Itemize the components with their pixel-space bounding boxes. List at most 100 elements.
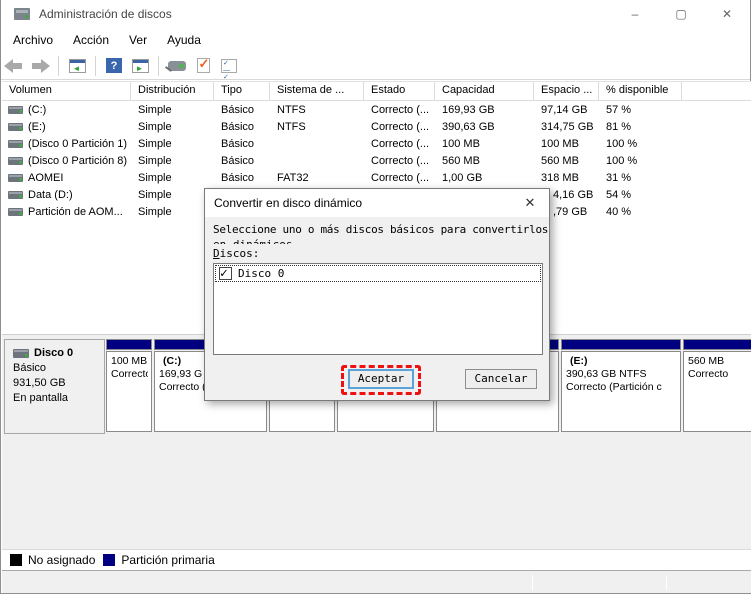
window-title: Administración de discos xyxy=(39,7,172,21)
volume-name: (C:) xyxy=(28,103,47,116)
partition-box: (E:) 390,63 GB NTFS Correcto (Partición c xyxy=(561,351,681,432)
toolbar-separator xyxy=(58,55,59,76)
cell-volumen: (Disco 0 Partición 8) xyxy=(2,155,131,167)
volume-row[interactable]: (Disco 0 Partición 1) Simple Básico Correct… xyxy=(2,135,751,152)
cell-tipo: Básico xyxy=(221,137,255,150)
partition-primary-bar xyxy=(683,339,751,350)
column-header-tipo[interactable]: Tipo xyxy=(214,82,270,100)
volume-name: AOMEI xyxy=(28,171,64,184)
cell-tipo: Básico xyxy=(221,154,255,167)
column-header-estado[interactable]: Estado xyxy=(364,82,435,100)
legend-label: Partición primaria xyxy=(121,553,215,567)
cell-capacidad: 390,63 GB xyxy=(442,120,495,133)
disks-listbox[interactable]: Disco 0 xyxy=(213,263,543,355)
cell-estado: Correcto (... xyxy=(371,171,430,184)
minimize-button[interactable]: – xyxy=(612,0,658,28)
volume-name: (Disco 0 Partición 8) xyxy=(28,154,128,167)
column-header-filler xyxy=(682,82,751,100)
partition-line: 390,63 GB NTFS xyxy=(566,368,647,380)
cell-volumen: Data (D:) xyxy=(2,189,131,201)
column-header-capacidad[interactable]: Capacidad xyxy=(435,82,534,100)
legend-item: No asignado xyxy=(10,553,95,567)
volume-icon xyxy=(8,156,23,165)
cell-distribucion: Simple xyxy=(138,103,172,116)
cell-distribucion: Simple xyxy=(138,205,172,218)
close-button[interactable]: ✕ xyxy=(704,0,750,28)
disk0-type: Básico xyxy=(13,362,47,374)
menu-item-accin[interactable]: Acción xyxy=(63,29,119,51)
menu-item-ayuda[interactable]: Ayuda xyxy=(157,29,211,51)
legend-bar: No asignado Partición primaria xyxy=(2,549,751,571)
volume-icon xyxy=(8,190,23,199)
cell-sistema: NTFS xyxy=(277,103,306,116)
accept-button[interactable]: Aceptar xyxy=(348,369,414,389)
volume-name: Data (D:) xyxy=(28,188,73,201)
cell-capacidad: 1,00 GB xyxy=(442,171,483,184)
toolbar-separator xyxy=(158,55,159,76)
maximize-button[interactable]: ▢ xyxy=(658,0,704,28)
partition-line: Correcto xyxy=(688,368,729,380)
menu-item-ver[interactable]: Ver xyxy=(119,29,157,51)
volume-row[interactable]: (E:) Simple Básico NTFS Correcto (... 390,63 … xyxy=(2,118,751,135)
volume-row[interactable]: (C:) Simple Básico NTFS Correcto (... 169,93 … xyxy=(2,101,751,118)
forward-icon[interactable] xyxy=(28,55,52,77)
cell-capacidad: 169,93 GB xyxy=(442,103,495,116)
toolbar-separator xyxy=(95,55,96,76)
partition-line: 100 MB xyxy=(111,355,148,367)
action-pane-icon[interactable]: ► xyxy=(128,55,152,77)
dialog-title: Convertir en disco dinámico xyxy=(214,196,363,210)
disk-list-item[interactable]: Disco 0 xyxy=(215,265,541,282)
cell-sistema: FAT32 xyxy=(277,171,309,184)
disk-icon xyxy=(13,349,29,358)
checked-checkbox[interactable] xyxy=(219,266,232,281)
column-header-distribucion[interactable]: Distribución xyxy=(131,82,214,100)
cell-distribucion: Simple xyxy=(138,137,172,150)
disk0-size: 931,50 GB xyxy=(13,377,66,389)
partition[interactable]: (E:) 390,63 GB NTFS Correcto (Partición c xyxy=(561,339,681,434)
cell-distribucion: Simple xyxy=(138,154,172,167)
cancel-button[interactable]: Cancelar xyxy=(465,369,537,389)
disk0-name-row: Disco 0 xyxy=(13,346,104,361)
column-header-sistema[interactable]: Sistema de ... xyxy=(270,82,364,100)
disk0-status: En pantalla xyxy=(13,392,69,404)
console-window-icon[interactable]: ◄ xyxy=(65,55,89,77)
column-header-volumen[interactable]: Volumen xyxy=(2,82,131,100)
status-bar xyxy=(2,571,751,593)
disk0-label-panel[interactable]: Disco 0 Básico 931,50 GB En pantalla xyxy=(4,339,105,434)
cell-espacio: 318 MB xyxy=(541,171,579,184)
partition[interactable]: 560 MB Correcto xyxy=(683,339,751,434)
legend-label: No asignado xyxy=(28,553,96,567)
cell-volumen: AOMEI xyxy=(2,172,131,184)
partition-line: Correcto (Partición c xyxy=(566,381,662,393)
dialog-close-icon[interactable]: ✕ xyxy=(511,189,549,217)
partition[interactable]: 100 MB Correcto xyxy=(106,339,152,434)
disk-list-item-label: Disco 0 xyxy=(238,267,285,280)
volume-icon xyxy=(8,207,23,216)
legend-color-swatch xyxy=(103,554,116,566)
cell-volumen: (E:) xyxy=(2,121,131,133)
back-icon[interactable] xyxy=(2,55,26,77)
cell-disponible: 57 % xyxy=(606,103,632,116)
volume-row[interactable]: (Disco 0 Partición 8) Simple Básico Correct… xyxy=(2,152,751,169)
check-document-icon[interactable] xyxy=(191,55,215,77)
cell-distribucion: Simple xyxy=(138,171,172,184)
toolbar: ◄?► ✓ —✓ — xyxy=(1,52,750,88)
disk0-name: Disco 0 xyxy=(34,347,74,359)
checklist-icon[interactable]: ✓ —✓ — xyxy=(217,55,241,88)
cell-distribucion: Simple xyxy=(138,120,172,133)
cell-sistema: NTFS xyxy=(277,120,306,133)
cell-tipo: Básico xyxy=(221,120,255,133)
volume-icon xyxy=(8,173,23,182)
dialog-title-bar: Convertir en disco dinámico ✕ xyxy=(205,189,549,217)
cell-espacio: 100 MB xyxy=(541,137,579,150)
disk-management-window: Administración de discos – ▢ ✕ Archivo Acci… xyxy=(0,0,751,594)
menu-item-archivo[interactable]: Archivo xyxy=(3,29,63,51)
partition-primary-bar xyxy=(106,339,152,350)
column-header-espacio[interactable]: Espacio ... xyxy=(534,82,599,100)
volume-row[interactable]: AOMEI Simple Básico FAT32 Correcto (... 1,00 … xyxy=(2,169,751,186)
help-icon[interactable]: ? xyxy=(102,55,126,77)
column-header-disponible[interactable]: % disponible xyxy=(599,82,682,100)
volume-icon xyxy=(8,139,23,148)
cell-disponible: 31 % xyxy=(606,171,632,184)
disk-magnifier-icon[interactable] xyxy=(165,55,189,77)
